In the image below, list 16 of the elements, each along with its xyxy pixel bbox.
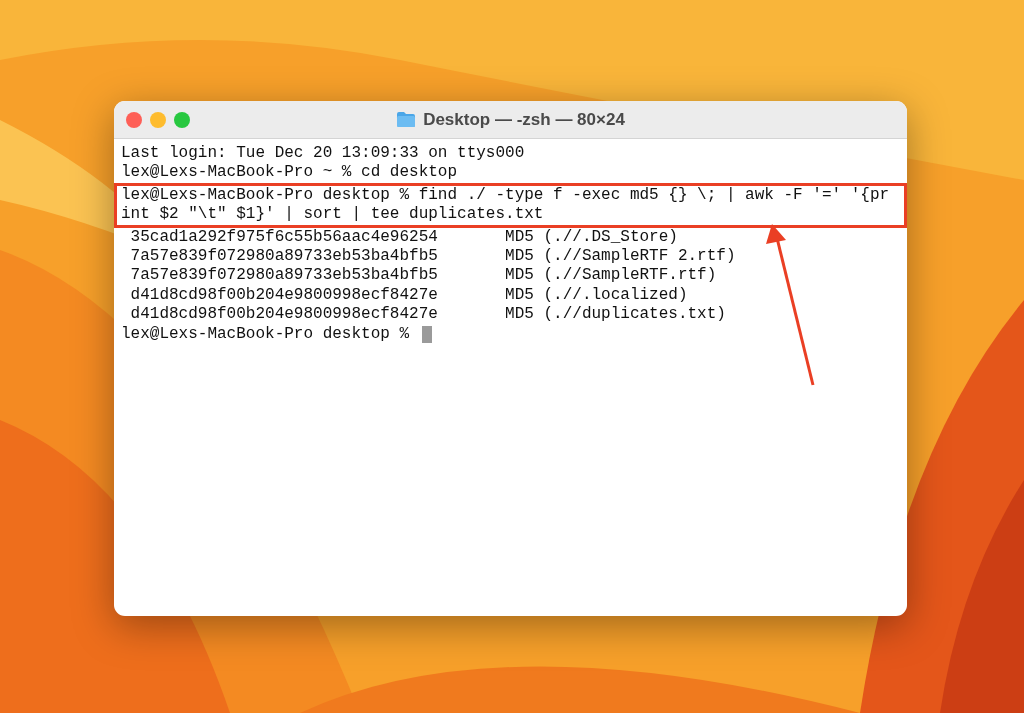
terminal-line: d41d8cd98f00b204e9800998ecf8427e MD5 (.//duplicates.txt) (129, 305, 727, 325)
folder-icon (396, 111, 417, 128)
terminal-line: 7a57e839f072980a89733eb53ba4bfb5 MD5 (.//SampleRTF 2.rtf) (129, 246, 737, 267)
highlighted-line: int $2 "\t" $1}' | sort | tee duplicates.txt (114, 205, 907, 228)
terminal-line: d41d8cd98f00b204e9800998ecf8427e MD5 (.//.localized) (129, 285, 689, 306)
terminal-line: lex@Lexs-MacBook-Pro desktop % (120, 324, 411, 344)
terminal-line: 35cad1a292f975f6c55b56aac4e96254 MD5 (.//.DS_Store) (129, 227, 679, 247)
close-button[interactable] (126, 111, 142, 128)
highlighted-line: lex@Lexs-MacBook-Pro desktop % find ./ -type f -exec md5 {} \; | awk -F '=' '{pr (114, 182, 907, 206)
minimize-button[interactable] (150, 111, 166, 128)
zoom-button[interactable] (174, 111, 190, 128)
terminal-line: 7a57e839f072980a89733eb53ba4bfb5 MD5 (.//SampleRTF.rtf) (129, 266, 718, 286)
window-title: Desktop — -zsh — 80×24 (423, 108, 625, 131)
terminal-line: Last login: Tue Dec 20 13:09:33 on ttys000 (120, 144, 526, 164)
terminal-line: lex@Lexs-MacBook-Pro ~ % cd desktop (120, 163, 459, 183)
cursor (421, 325, 432, 343)
